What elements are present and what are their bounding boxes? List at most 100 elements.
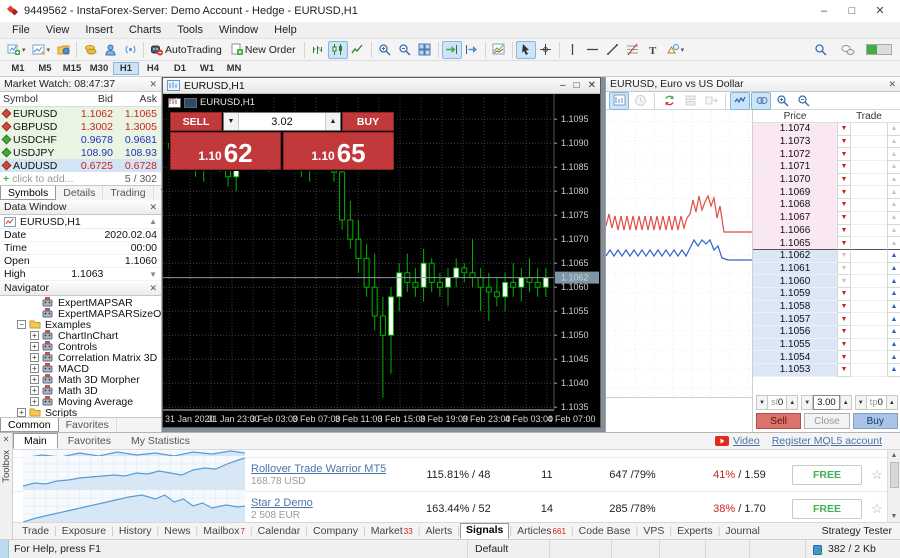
- dom-depth-chart-button[interactable]: [609, 92, 629, 110]
- tab-favorites[interactable]: Favorites: [59, 418, 117, 432]
- dom-buy-tick-button[interactable]: ▲: [887, 212, 900, 225]
- bottom-tab-trade[interactable]: Trade: [17, 523, 54, 539]
- timeframe-m30[interactable]: M30: [86, 62, 112, 75]
- autotrading-button[interactable]: AutoTrading: [147, 41, 227, 59]
- dom-volume-cell[interactable]: [851, 339, 887, 352]
- chart-canvas[interactable]: 1.10951.10901.10851.10801.10751.10701.10…: [163, 94, 600, 427]
- favorite-star-icon[interactable]: ☆: [868, 501, 886, 517]
- dom-buy-tick-button[interactable]: ▲: [887, 326, 900, 339]
- auto-scroll-button[interactable]: [442, 41, 462, 59]
- dom-buy-tick-button[interactable]: ▲: [887, 186, 900, 199]
- dom-volume-cell[interactable]: [851, 250, 887, 263]
- tab-symbols[interactable]: Symbols: [0, 186, 56, 200]
- bottom-tab-mailbox[interactable]: Mailbox7: [198, 523, 250, 539]
- dom-buy-tick-button[interactable]: ▲: [887, 288, 900, 301]
- column-bid[interactable]: Bid: [73, 93, 117, 105]
- market-watch-row[interactable]: EURUSD1.10621.1065: [0, 107, 161, 120]
- dom-sell-tick-button[interactable]: ▼: [837, 212, 851, 225]
- dom-volume-down-icon[interactable]: ▼: [801, 395, 813, 410]
- dom-sell-tick-button[interactable]: ▼: [837, 326, 851, 339]
- bars-chart-button[interactable]: [308, 41, 328, 59]
- vertical-line-button[interactable]: [563, 41, 583, 59]
- sl-value[interactable]: 0: [778, 397, 783, 408]
- fibonacci-button[interactable]: [623, 41, 643, 59]
- navigator-item-controls[interactable]: +Controls: [0, 341, 161, 352]
- text-label-button[interactable]: T: [643, 41, 663, 59]
- dom-aggregate-button[interactable]: [751, 92, 771, 110]
- dom-volume-cell[interactable]: [851, 148, 887, 161]
- bottom-tab-market[interactable]: Market33: [366, 523, 418, 539]
- dom-volume-cell[interactable]: [851, 288, 887, 301]
- dom-time-sales-button[interactable]: [630, 92, 650, 110]
- dom-volume-value[interactable]: 3.00: [813, 395, 840, 410]
- dom-sell-tick-button[interactable]: ▼: [837, 237, 851, 250]
- maximize-button[interactable]: □: [838, 1, 866, 21]
- dom-volume-cell[interactable]: [851, 326, 887, 339]
- market-watch-add-row[interactable]: + click to add... 5 / 302: [0, 172, 161, 185]
- scroll-down-icon[interactable]: ▼: [149, 270, 157, 279]
- bottom-tab-history[interactable]: History: [114, 523, 157, 539]
- tp-value[interactable]: 0: [878, 397, 883, 408]
- dom-buy-tick-button[interactable]: ▲: [887, 275, 900, 288]
- dom-buy-tick-button[interactable]: ▲: [887, 339, 900, 352]
- dom-volume-cell[interactable]: [851, 199, 887, 212]
- expand-icon[interactable]: +: [17, 408, 26, 417]
- dom-volume-cell[interactable]: [851, 161, 887, 174]
- dom-buy-tick-button[interactable]: ▲: [887, 364, 900, 377]
- bottom-tab-alerts[interactable]: Alerts: [420, 523, 457, 539]
- signals-scrollbar[interactable]: ▲ ▼: [887, 450, 900, 522]
- bottom-tab-calendar[interactable]: Calendar: [253, 523, 306, 539]
- dom-zoom-out-button[interactable]: [793, 92, 813, 110]
- video-link[interactable]: Video: [715, 435, 760, 447]
- dom-buy-tick-button[interactable]: ▲: [887, 161, 900, 174]
- zoom-in-button[interactable]: [375, 41, 395, 59]
- dom-volume-cell[interactable]: [851, 174, 887, 187]
- timeframe-d1[interactable]: D1: [167, 62, 193, 75]
- dom-volume-cell[interactable]: [851, 313, 887, 326]
- new-chart-button[interactable]: ▾: [4, 41, 29, 59]
- scroll-up-icon[interactable]: ▲: [149, 217, 157, 226]
- dom-volume-cell[interactable]: [851, 364, 887, 377]
- navigator-item-math-3d[interactable]: +Math 3D: [0, 385, 161, 396]
- signal-row[interactable]: Rollover Trade Warrior MT5168.78 USD115.…: [13, 458, 900, 492]
- dom-volume-cell[interactable]: [851, 123, 887, 136]
- timeframe-h1[interactable]: H1: [113, 62, 139, 75]
- navigator-item-chartinchart[interactable]: +ChartInChart: [0, 330, 161, 341]
- dom-sell-tick-button[interactable]: ▼: [837, 148, 851, 161]
- sell-price-panel[interactable]: 1.10 62: [170, 132, 281, 170]
- data-folder-button[interactable]: [53, 41, 73, 59]
- expand-icon[interactable]: +: [30, 353, 39, 362]
- data-window-close-icon[interactable]: ✕: [149, 202, 157, 213]
- profiles-button[interactable]: ▾: [29, 41, 54, 59]
- toolbox-tab-main[interactable]: Main: [13, 433, 58, 449]
- community-button[interactable]: [100, 41, 120, 59]
- dom-sell-tick-button[interactable]: ▼: [837, 225, 851, 238]
- dom-sell-tick-button[interactable]: ▼: [837, 288, 851, 301]
- strategy-tester-label[interactable]: Strategy Tester: [822, 525, 900, 537]
- dom-buy-tick-button[interactable]: ▲: [887, 136, 900, 149]
- timeframe-m5[interactable]: M5: [32, 62, 58, 75]
- chart-shift-button[interactable]: [462, 41, 482, 59]
- timeframe-mn[interactable]: MN: [221, 62, 247, 75]
- column-symbol[interactable]: Symbol: [0, 93, 73, 105]
- menu-file[interactable]: File: [4, 24, 38, 36]
- tab-common[interactable]: Common: [0, 418, 59, 432]
- register-mql5-link[interactable]: Register MQL5 account: [772, 435, 882, 447]
- expand-icon[interactable]: +: [30, 375, 39, 384]
- dom-sell-tick-button[interactable]: ▼: [837, 123, 851, 136]
- sl-up-icon[interactable]: ▲: [786, 395, 798, 410]
- dom-sell-tick-button[interactable]: ▼: [837, 136, 851, 149]
- dom-buy-tick-button[interactable]: ▲: [887, 225, 900, 238]
- bottom-tab-articles[interactable]: Articles661: [512, 523, 571, 539]
- navigator-item-math-3d-morpher[interactable]: +Math 3D Morpher: [0, 374, 161, 385]
- broadcast-button[interactable]: [120, 41, 140, 59]
- dom-volume-cell[interactable]: [851, 136, 887, 149]
- volume-down-icon[interactable]: ▼: [224, 113, 239, 130]
- dom-buy-tick-button[interactable]: ▲: [887, 123, 900, 136]
- new-order-button[interactable]: New Order: [227, 41, 301, 59]
- navigator-item-macd[interactable]: +MACD: [0, 363, 161, 374]
- dom-sell-tick-button[interactable]: ▼: [837, 186, 851, 199]
- market-watch-row[interactable]: GBPUSD1.30021.3005: [0, 120, 161, 133]
- dom-volume-cell[interactable]: [851, 212, 887, 225]
- navigator-item-expertmapsar[interactable]: ExpertMAPSAR: [0, 297, 161, 308]
